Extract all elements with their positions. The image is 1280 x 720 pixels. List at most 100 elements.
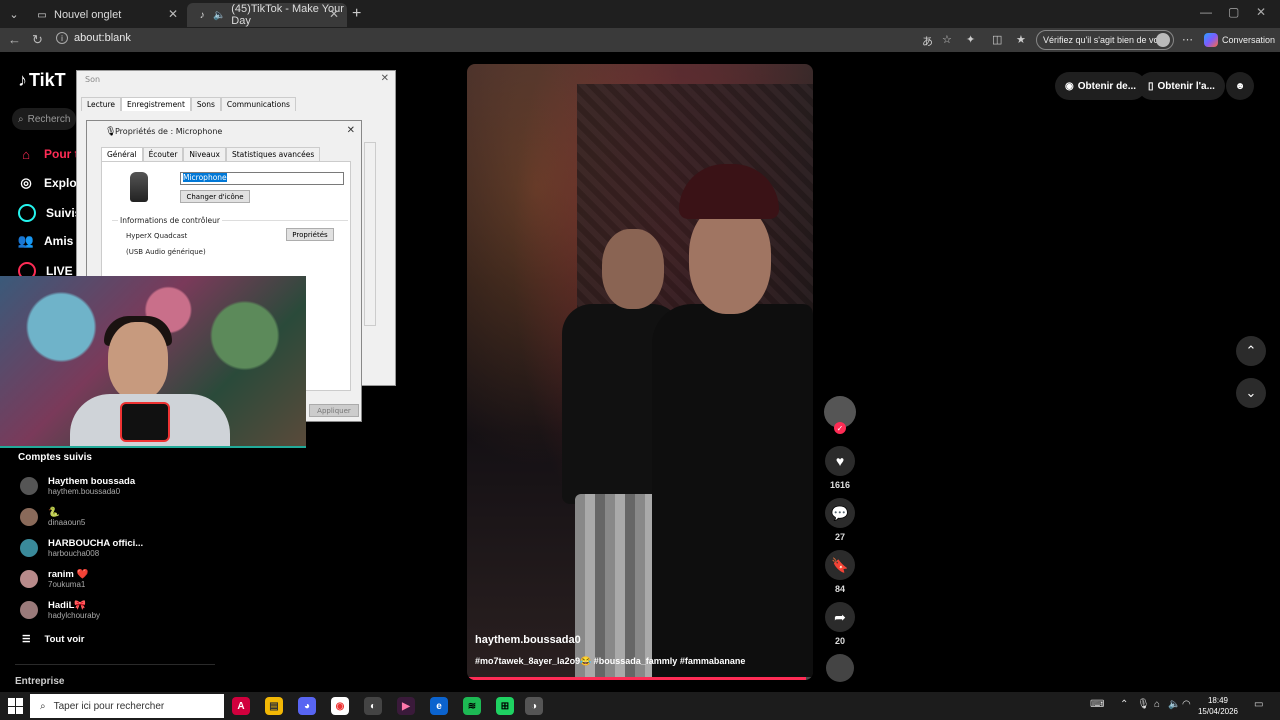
following-item[interactable]: HadiL🎀 hadylchouraby (20, 600, 100, 620)
microphone-icon[interactable]: 🎙 (1137, 699, 1150, 710)
nav-item-following[interactable]: Suivis (18, 204, 81, 222)
chevron-up-icon[interactable]: ⌃ (1120, 699, 1128, 710)
get-coins-button[interactable]: ◉ Obtenir de... (1055, 72, 1147, 100)
nav-item-explore[interactable]: ◎ Explo (18, 175, 76, 191)
tab-communications[interactable]: Communications (220, 97, 296, 111)
windows-start-icon[interactable] (8, 698, 24, 714)
following-item[interactable]: Haythem boussada haythem.boussada0 (20, 476, 135, 496)
nav-label: Pour t (44, 147, 79, 161)
video-username[interactable]: haythem.boussada0 (475, 634, 581, 646)
more-icon[interactable]: ⋯ (1182, 33, 1193, 46)
maximize-icon[interactable]: ▢ (1228, 5, 1239, 19)
heart-icon: ♥ (825, 446, 855, 476)
edge-icon[interactable]: e (430, 697, 448, 715)
file-explorer-icon[interactable]: ▤ (265, 697, 283, 715)
save-count: 84 (834, 584, 845, 594)
reload-icon[interactable]: ↻ (32, 32, 43, 48)
app-icon-adobe[interactable]: A (232, 697, 250, 715)
close-window-icon[interactable]: ✕ (1256, 5, 1266, 19)
favorites-icon[interactable]: ★ (1016, 33, 1026, 46)
discord-icon[interactable]: ◕ (298, 697, 316, 715)
tab-actions-menu-icon[interactable]: ⌄ (4, 4, 24, 24)
webcam-microphone (120, 402, 170, 442)
see-all-button[interactable]: ☰ Tout voir (22, 634, 84, 645)
chevron-up-icon: ⌃ (1245, 343, 1257, 358)
nav-item-for-you[interactable]: ⌂ Pour t (18, 146, 79, 162)
save-button[interactable]: 🔖 84 (824, 550, 856, 594)
clock[interactable]: 18:49 15/04/2026 (1196, 695, 1240, 717)
close-icon[interactable]: ✕ (329, 7, 339, 21)
share-button[interactable]: ➦ 20 (824, 602, 856, 646)
volume-icon[interactable]: 🔈 (1168, 699, 1180, 710)
wifi-icon[interactable]: ◠ (1182, 699, 1191, 710)
url-field[interactable]: i about:blank (56, 32, 131, 44)
tab-tiktok[interactable]: ♪ 🔈 (45)TikTok - Make Your Day ✕ (187, 3, 347, 27)
apply-button[interactable]: Appliquer (309, 404, 359, 417)
close-icon[interactable]: ✕ (381, 73, 389, 84)
music-disc-icon[interactable] (826, 654, 854, 682)
app-icon-green[interactable]: ⊞ (496, 697, 514, 715)
next-video-button[interactable]: ⌄ (1236, 378, 1266, 408)
share-count: 20 (834, 636, 845, 646)
tiktok-logo[interactable]: ♪ TikT (18, 70, 66, 91)
nav-item-friends[interactable]: 👥 Amis (18, 233, 73, 249)
follow-icon[interactable]: ✓ (834, 422, 846, 434)
video-player[interactable]: haythem.boussada0 #mo7tawek_8ayer_la2o9😂… (467, 64, 813, 680)
tab-new-tab[interactable]: ▭ Nouvel onglet ✕ (26, 3, 186, 27)
following-item[interactable]: ranim ❤️ 7oukuma1 (20, 569, 88, 589)
creator-avatar[interactable]: ✓ (824, 396, 856, 434)
tab-advanced[interactable]: Statistiques avancées (225, 147, 321, 161)
tab-listen[interactable]: Écouter (142, 147, 184, 161)
change-icon-button[interactable]: Changer d'icône (180, 190, 250, 203)
tab-levels[interactable]: Niveaux (183, 147, 226, 161)
properties-button[interactable]: Propriétés (286, 228, 334, 241)
address-bar: ← ↻ i about:blank あ ☆ ✦ ◫ ★ Vérifiez qu'… (0, 28, 1280, 52)
profile-verify-button[interactable]: Vérifiez qu'il s'agit bien de vous (1036, 30, 1174, 50)
close-icon[interactable]: ✕ (347, 125, 355, 136)
get-app-button[interactable]: ▯ Obtenir l'a... (1138, 72, 1225, 100)
video-progress-bar[interactable] (467, 677, 813, 680)
tiktok-icon: ♪ (199, 9, 205, 21)
tab-general[interactable]: Général (101, 147, 143, 161)
app-icon-premiere[interactable]: ▶ (397, 697, 415, 715)
logo-text: TikT (29, 70, 66, 90)
copilot-button[interactable]: Conversation (1204, 33, 1275, 47)
keyboard-icon[interactable]: ⌨ (1090, 699, 1104, 710)
spotify-icon[interactable]: ≋ (463, 697, 481, 715)
back-icon[interactable]: ← (8, 32, 21, 47)
search-input[interactable]: ⌕ Recherch (12, 108, 76, 130)
device-name-field[interactable]: Microphone (180, 172, 344, 185)
following-item[interactable]: HARBOUCHA offici... harboucha008 (20, 538, 143, 558)
tab-playback[interactable]: Lecture (81, 97, 122, 111)
notifications-icon[interactable]: ▭ (1254, 699, 1263, 710)
comment-button[interactable]: 💬 27 (824, 498, 856, 542)
favorite-icon[interactable]: ☆ (942, 33, 952, 46)
following-name: 🐍 (48, 507, 60, 518)
new-tab-button[interactable]: + (352, 5, 361, 23)
app-icon-active[interactable]: ◑ (525, 697, 543, 715)
previous-video-button[interactable]: ⌃ (1236, 336, 1266, 366)
scrollbar[interactable] (364, 142, 376, 326)
following-item[interactable]: 🐍 dinaaoun5 (20, 507, 85, 527)
info-icon[interactable]: i (56, 32, 68, 44)
translate-icon[interactable]: あ (922, 33, 933, 49)
speaker-icon[interactable]: 🔈 (213, 9, 225, 21)
following-name: ranim ❤️ (48, 569, 89, 580)
app-icon-obs[interactable]: ◐ (364, 697, 382, 715)
chrome-icon[interactable]: ◉ (331, 697, 349, 715)
enterprise-link[interactable]: Entreprise (15, 676, 64, 687)
like-button[interactable]: ♥ 1616 (824, 446, 856, 490)
minimize-icon[interactable]: — (1200, 5, 1212, 19)
taskbar-search-input[interactable]: ⌕ Taper ici pour rechercher (30, 694, 224, 718)
clock-date: 15/04/2026 (1197, 707, 1239, 716)
extensions-icon[interactable]: ✦ (966, 33, 975, 46)
split-screen-icon[interactable]: ◫ (992, 33, 1002, 46)
compass-icon: ◎ (20, 175, 32, 190)
tab-recording[interactable]: Enregistrement (121, 97, 191, 111)
video-caption[interactable]: #mo7tawek_8ayer_la2o9😂 #boussada_fammly … (475, 656, 745, 667)
network-icon[interactable]: ⌂ (1154, 699, 1160, 710)
profile-avatar[interactable]: ☻ (1226, 72, 1254, 100)
close-icon[interactable]: ✕ (168, 7, 178, 21)
tab-sounds[interactable]: Sons (190, 97, 221, 111)
following-handle: hadylchouraby (48, 611, 101, 620)
